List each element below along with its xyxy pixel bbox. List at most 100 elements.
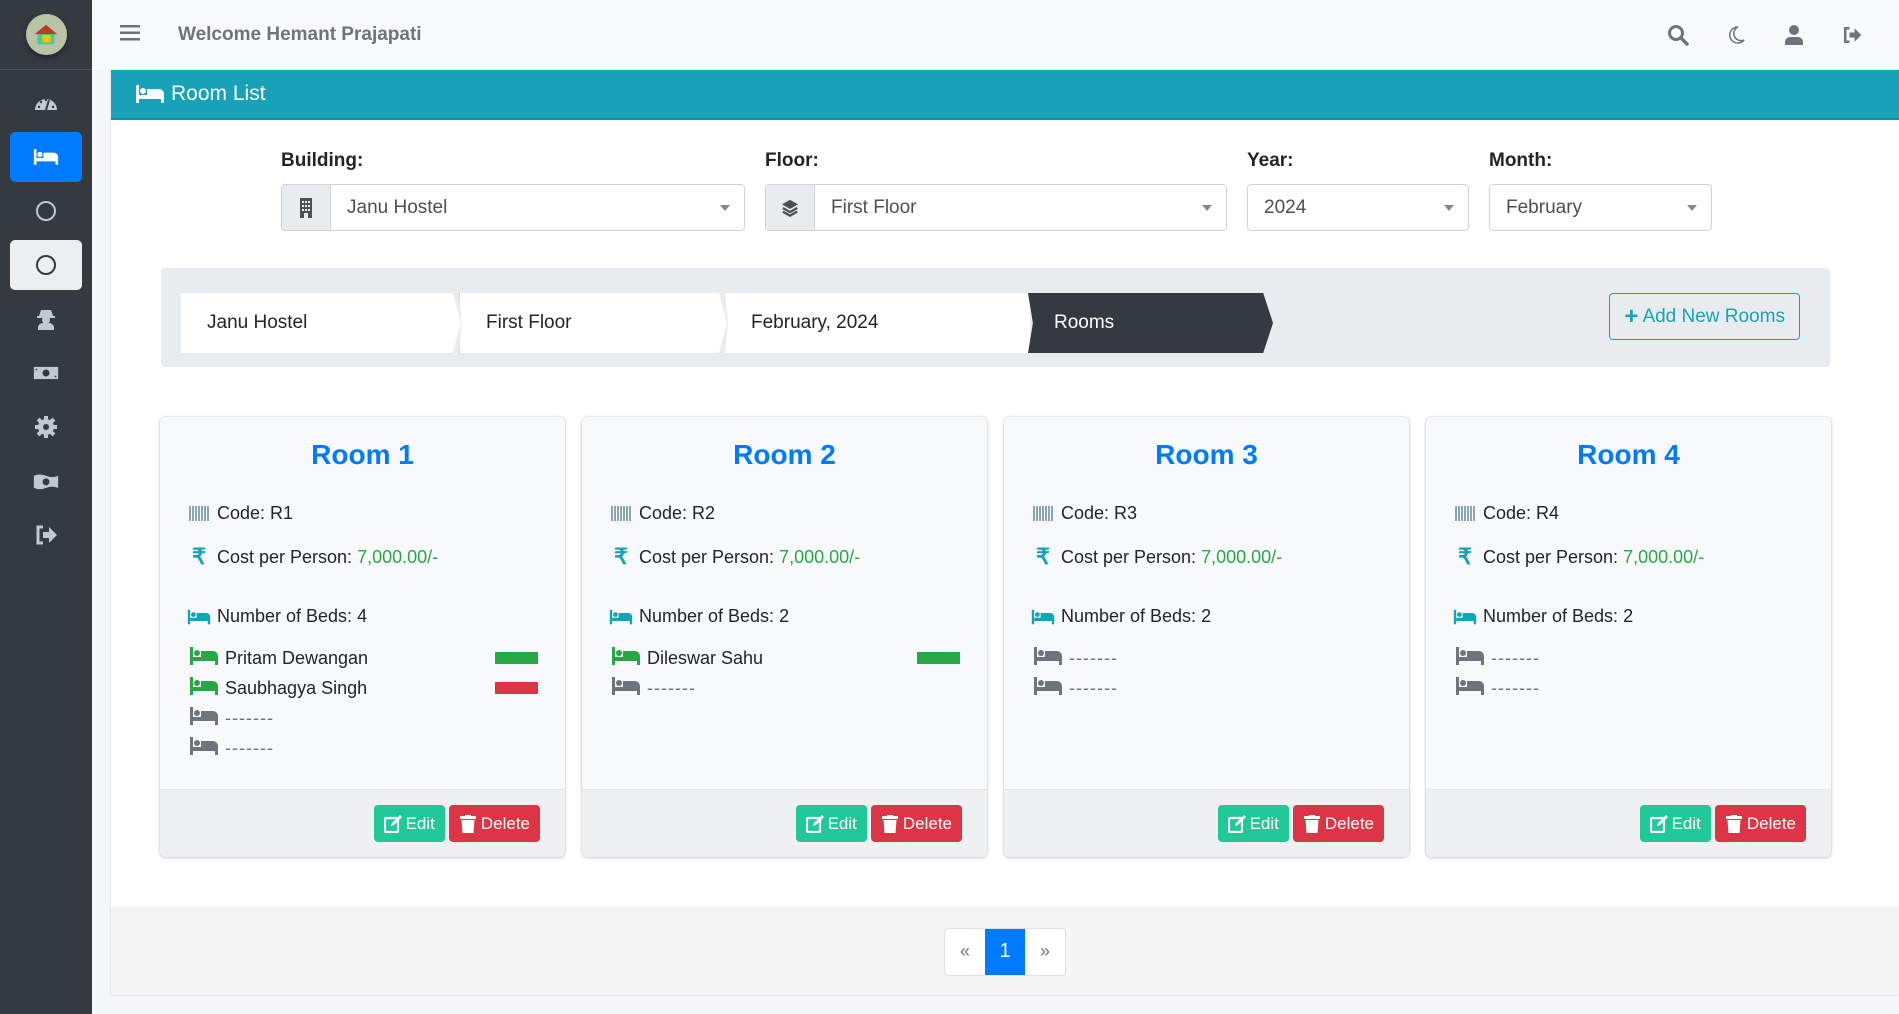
bed-row[interactable]: -------	[1031, 643, 1382, 673]
room-beds-count: Number of Beds: 4	[187, 606, 538, 627]
bed-row[interactable]: -------	[609, 673, 960, 703]
trash-icon	[459, 814, 476, 833]
sidebar-item-expenses[interactable]	[10, 456, 82, 506]
edit-icon	[1649, 814, 1668, 833]
chevron-down-icon	[720, 205, 730, 211]
bed-occupant: -------	[647, 677, 696, 698]
money-bill-icon	[33, 366, 59, 380]
payment-status-indicator	[495, 652, 538, 664]
add-new-rooms-button[interactable]: + Add New Rooms	[1609, 293, 1800, 340]
bed-row[interactable]: Pritam Dewangan	[187, 643, 538, 673]
room-cost-value: 7,000.00/-	[357, 546, 439, 567]
room-grid: Room 1 Code: R1 ₹ Cost per Person: 7,000…	[160, 417, 1831, 857]
room-card: Room 2 Code: R2 ₹ Cost per Person: 7,000…	[582, 417, 987, 857]
bed-occupant: -------	[225, 737, 274, 758]
welcome-text: Welcome Hemant Prajapati	[178, 24, 422, 45]
sidebar-item-settings[interactable]	[10, 402, 82, 452]
bed-row[interactable]: -------	[187, 703, 538, 733]
edit-button[interactable]: Edit	[373, 805, 445, 842]
chevron-down-icon	[1687, 205, 1697, 211]
room-code: Code: R3	[1031, 503, 1382, 524]
breadcrumb-building[interactable]: Janu Hostel	[181, 293, 461, 353]
profile-button[interactable]	[1765, 24, 1823, 46]
room-cost-label: Cost per Person:	[217, 546, 353, 567]
room-cost: ₹ Cost per Person: 7,000.00/-	[1453, 544, 1804, 570]
year-filter: Year: 2024	[1247, 150, 1469, 231]
room-beds-text: Number of Beds: 4	[217, 606, 368, 626]
menu-toggle-button[interactable]	[120, 24, 140, 46]
sidebar-item-users[interactable]	[10, 294, 82, 344]
barcode-icon	[609, 506, 633, 521]
room-title: Room 3	[1155, 439, 1258, 470]
room-cost-value: 7,000.00/-	[779, 546, 861, 567]
room-title: Room 1	[311, 439, 414, 470]
month-label: Month:	[1489, 150, 1553, 171]
edit-button[interactable]: Edit	[1639, 805, 1711, 842]
building-value: Janu Hostel	[347, 196, 448, 218]
pagination: « 1 »	[944, 927, 1066, 976]
rupee-icon: ₹	[1036, 544, 1050, 569]
room-title: Room 4	[1577, 439, 1680, 470]
empty-bed-icon	[187, 705, 225, 732]
pagination-prev[interactable]: «	[945, 929, 985, 975]
year-select[interactable]: 2024	[1247, 184, 1469, 231]
filters: Building: Janu Hostel Floor: First Floor…	[281, 150, 1732, 231]
breadcrumb-period[interactable]: February, 2024	[725, 293, 1030, 353]
delete-button[interactable]: Delete	[870, 805, 962, 842]
bed-icon	[609, 608, 633, 626]
sidebar-item-circle-2[interactable]	[10, 240, 82, 290]
bed-row[interactable]: -------	[1453, 643, 1804, 673]
pagination-next[interactable]: »	[1025, 929, 1065, 975]
bed-row[interactable]: Dileswar Sahu	[609, 643, 960, 673]
bed-occupant: Pritam Dewangan	[225, 647, 369, 668]
floor-label: Floor:	[765, 150, 819, 171]
breadcrumb-floor[interactable]: First Floor	[459, 293, 727, 353]
sidebar-item-dashboard[interactable]	[10, 78, 82, 128]
bed-occupant: -------	[1069, 647, 1118, 668]
dark-mode-toggle[interactable]	[1707, 24, 1765, 46]
sign-out-icon	[1843, 26, 1862, 44]
breadcrumb: Janu Hostel First Floor February, 2024 R…	[181, 293, 1273, 353]
bed-occupant: -------	[1069, 677, 1118, 698]
app-logo[interactable]	[25, 14, 67, 55]
payment-status-indicator	[495, 682, 538, 694]
floor-select[interactable]: First Floor	[765, 184, 1227, 231]
room-card-footer: Edit Delete	[1426, 789, 1831, 857]
occupied-bed-icon	[187, 675, 225, 702]
breadcrumb-bar: Janu Hostel First Floor February, 2024 R…	[161, 268, 1830, 367]
room-code: Code: R4	[1453, 503, 1804, 524]
sidebar-item-logout[interactable]	[10, 510, 82, 560]
edit-button[interactable]: Edit	[795, 805, 867, 842]
delete-button[interactable]: Delete	[1292, 805, 1384, 842]
room-beds-count: Number of Beds: 2	[1453, 606, 1804, 627]
gear-icon	[35, 416, 57, 438]
trash-icon	[1303, 814, 1320, 833]
rupee-icon: ₹	[614, 544, 628, 569]
bed-row[interactable]: -------	[187, 733, 538, 763]
pagination-page-1[interactable]: 1	[985, 928, 1025, 975]
sidebar-item-payments[interactable]	[10, 348, 82, 398]
delete-label: Delete	[902, 813, 952, 833]
empty-bed-icon	[1453, 675, 1491, 702]
logout-button[interactable]	[1823, 24, 1881, 46]
bed-icon	[1453, 608, 1477, 626]
bed-row[interactable]: -------	[1031, 673, 1382, 703]
delete-label: Delete	[1324, 813, 1374, 833]
room-code: Code: R2	[609, 503, 960, 524]
room-card-footer: Edit Delete	[582, 789, 987, 857]
bed-row[interactable]: -------	[1453, 673, 1804, 703]
search-button[interactable]	[1649, 24, 1707, 46]
room-beds-count: Number of Beds: 2	[609, 606, 960, 627]
building-select[interactable]: Janu Hostel	[281, 184, 745, 231]
sidebar-item-circle-1[interactable]	[10, 186, 82, 236]
sidebar-item-rooms[interactable]	[10, 132, 82, 182]
delete-button[interactable]: Delete	[448, 805, 540, 842]
floor-filter: Floor: First Floor	[765, 150, 1227, 231]
month-select[interactable]: February	[1489, 184, 1712, 231]
empty-bed-icon	[187, 735, 225, 762]
bed-row[interactable]: Saubhagya Singh	[187, 673, 538, 703]
chevron-down-icon	[1444, 205, 1454, 211]
delete-button[interactable]: Delete	[1714, 805, 1806, 842]
edit-button[interactable]: Edit	[1217, 805, 1289, 842]
room-beds-text: Number of Beds: 2	[639, 606, 790, 626]
